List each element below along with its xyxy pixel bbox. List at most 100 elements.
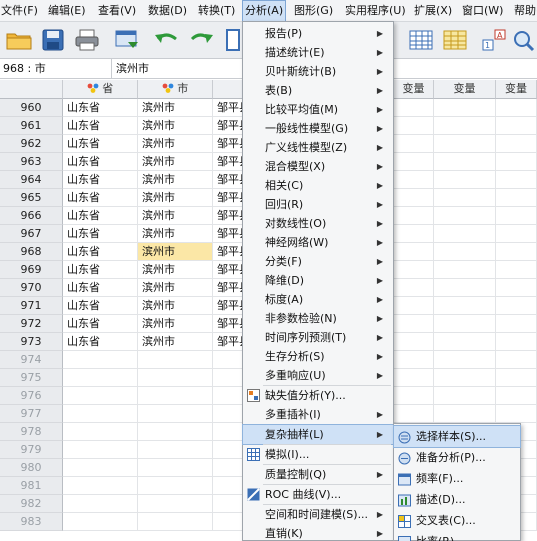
row-number[interactable]: 972 <box>0 315 63 333</box>
variables-view-button[interactable] <box>406 26 436 54</box>
cell-empty[interactable] <box>394 135 434 153</box>
cell-empty[interactable] <box>434 315 496 333</box>
cell-empty[interactable] <box>496 225 537 243</box>
column-header-var[interactable]: 变量 <box>496 80 537 99</box>
cell-county[interactable]: 邹平县 <box>213 225 243 243</box>
cell-province[interactable]: 山东省 <box>63 207 138 225</box>
cell-city[interactable]: 滨州市 <box>138 117 213 135</box>
cell-province[interactable]: 山东省 <box>63 153 138 171</box>
cell-empty[interactable] <box>434 99 496 117</box>
cell-province[interactable]: 山东省 <box>63 99 138 117</box>
cell-county[interactable]: 邹平县 <box>213 99 243 117</box>
cell-empty[interactable] <box>434 387 496 405</box>
analyze-menu-item[interactable]: 多重响应(U) ▶ <box>243 366 393 385</box>
row-number[interactable]: 962 <box>0 135 63 153</box>
cell-city[interactable]: 滨州市 <box>138 333 213 351</box>
cell-province[interactable]: 山东省 <box>63 171 138 189</box>
analyze-menu-item[interactable]: 回归(R) ▶ <box>243 195 393 214</box>
row-number[interactable]: 977 <box>0 405 63 423</box>
menu-help[interactable]: 帮助( <box>514 0 537 22</box>
cell-empty[interactable] <box>394 189 434 207</box>
complex-samples-item[interactable]: 选择样本(S)... <box>393 425 521 448</box>
analyze-menu-item[interactable]: 比较平均值(M) ▶ <box>243 100 393 119</box>
cell-empty[interactable] <box>434 189 496 207</box>
cell-empty[interactable] <box>496 405 537 423</box>
analyze-menu-item[interactable]: 一般线性模型(G) ▶ <box>243 119 393 138</box>
menu-view[interactable]: 查看(V) <box>98 0 136 22</box>
cell-empty[interactable] <box>394 405 434 423</box>
cell-empty[interactable] <box>434 297 496 315</box>
cell-value-editor[interactable]: 滨州市 <box>116 59 149 79</box>
cell-empty[interactable] <box>434 279 496 297</box>
cell-province[interactable] <box>63 459 138 477</box>
cell-empty[interactable] <box>496 153 537 171</box>
cell-empty[interactable] <box>496 243 537 261</box>
analyze-menu-item[interactable]: 表(B) ▶ <box>243 81 393 100</box>
row-number[interactable]: 973 <box>0 333 63 351</box>
cell-empty[interactable] <box>394 171 434 189</box>
cell-empty[interactable] <box>394 153 434 171</box>
redo-button[interactable] <box>186 26 216 54</box>
analyze-menu-item[interactable]: 混合模型(X) ▶ <box>243 157 393 176</box>
cell-empty[interactable] <box>496 99 537 117</box>
cell-county[interactable]: 邹平县 <box>213 135 243 153</box>
cell-province[interactable] <box>63 351 138 369</box>
cell-county[interactable] <box>213 441 243 459</box>
cell-city[interactable]: 滨州市 <box>138 315 213 333</box>
cell-city[interactable]: 滨州市 <box>138 243 213 261</box>
cell-county[interactable] <box>213 495 243 513</box>
row-number[interactable]: 981 <box>0 477 63 495</box>
cell-county[interactable]: 邹平县 <box>213 207 243 225</box>
row-number[interactable]: 969 <box>0 261 63 279</box>
cell-empty[interactable] <box>496 135 537 153</box>
cell-city[interactable]: 滨州市 <box>138 279 213 297</box>
analyze-menu-item[interactable]: 生存分析(S) ▶ <box>243 347 393 366</box>
cell-empty[interactable] <box>394 315 434 333</box>
cell-empty[interactable] <box>394 333 434 351</box>
row-number[interactable]: 971 <box>0 297 63 315</box>
cell-province[interactable]: 山东省 <box>63 117 138 135</box>
cell-empty[interactable] <box>496 171 537 189</box>
column-header-var[interactable]: 变量 <box>394 80 434 99</box>
recall-dialog-button[interactable] <box>112 26 142 54</box>
cell-county[interactable] <box>213 351 243 369</box>
menu-window[interactable]: 窗口(W) <box>462 0 503 22</box>
cell-county[interactable] <box>213 423 243 441</box>
row-number[interactable]: 968 <box>0 243 63 261</box>
analyze-menu-item[interactable]: 对数线性(O) ▶ <box>243 214 393 233</box>
analyze-menu-item[interactable]: 质量控制(Q) ▶ <box>243 465 393 484</box>
cell-empty[interactable] <box>434 405 496 423</box>
cell-province[interactable] <box>63 495 138 513</box>
menu-utilities[interactable]: 实用程序(U) <box>345 0 406 22</box>
cell-empty[interactable] <box>496 315 537 333</box>
row-number[interactable]: 982 <box>0 495 63 513</box>
analyze-menu-item[interactable]: 非参数检验(N) ▶ <box>243 309 393 328</box>
cell-empty[interactable] <box>434 171 496 189</box>
cell-province[interactable]: 山东省 <box>63 243 138 261</box>
complex-samples-item[interactable]: 频率(F)... <box>394 468 520 489</box>
menu-extensions[interactable]: 扩展(X) <box>414 0 452 22</box>
cell-province[interactable]: 山东省 <box>63 297 138 315</box>
column-header-province[interactable]: 省 <box>63 80 138 99</box>
cell-city[interactable] <box>138 513 213 531</box>
row-number[interactable]: 967 <box>0 225 63 243</box>
analyze-menu-item[interactable]: 复杂抽样(L) ▶ <box>242 424 394 445</box>
analyze-menu-item[interactable]: 模拟(I)... <box>243 445 393 464</box>
save-button[interactable] <box>38 26 68 54</box>
cell-county[interactable] <box>213 513 243 531</box>
row-number[interactable]: 965 <box>0 189 63 207</box>
cell-empty[interactable] <box>434 243 496 261</box>
split-file-button[interactable] <box>440 26 470 54</box>
analyze-menu-item[interactable]: 降维(D) ▶ <box>243 271 393 290</box>
cell-empty[interactable] <box>496 387 537 405</box>
menu-graphs[interactable]: 图形(G) <box>294 0 333 22</box>
value-labels-button[interactable]: A1 <box>480 26 510 54</box>
column-header-city[interactable]: 市 <box>138 80 213 99</box>
cell-empty[interactable] <box>434 261 496 279</box>
menu-transform[interactable]: 转换(T) <box>198 0 235 22</box>
row-number[interactable]: 970 <box>0 279 63 297</box>
cell-province[interactable]: 山东省 <box>63 189 138 207</box>
cell-empty[interactable] <box>434 135 496 153</box>
cell-empty[interactable] <box>496 207 537 225</box>
complex-samples-item[interactable]: 描述(D)... <box>394 489 520 510</box>
